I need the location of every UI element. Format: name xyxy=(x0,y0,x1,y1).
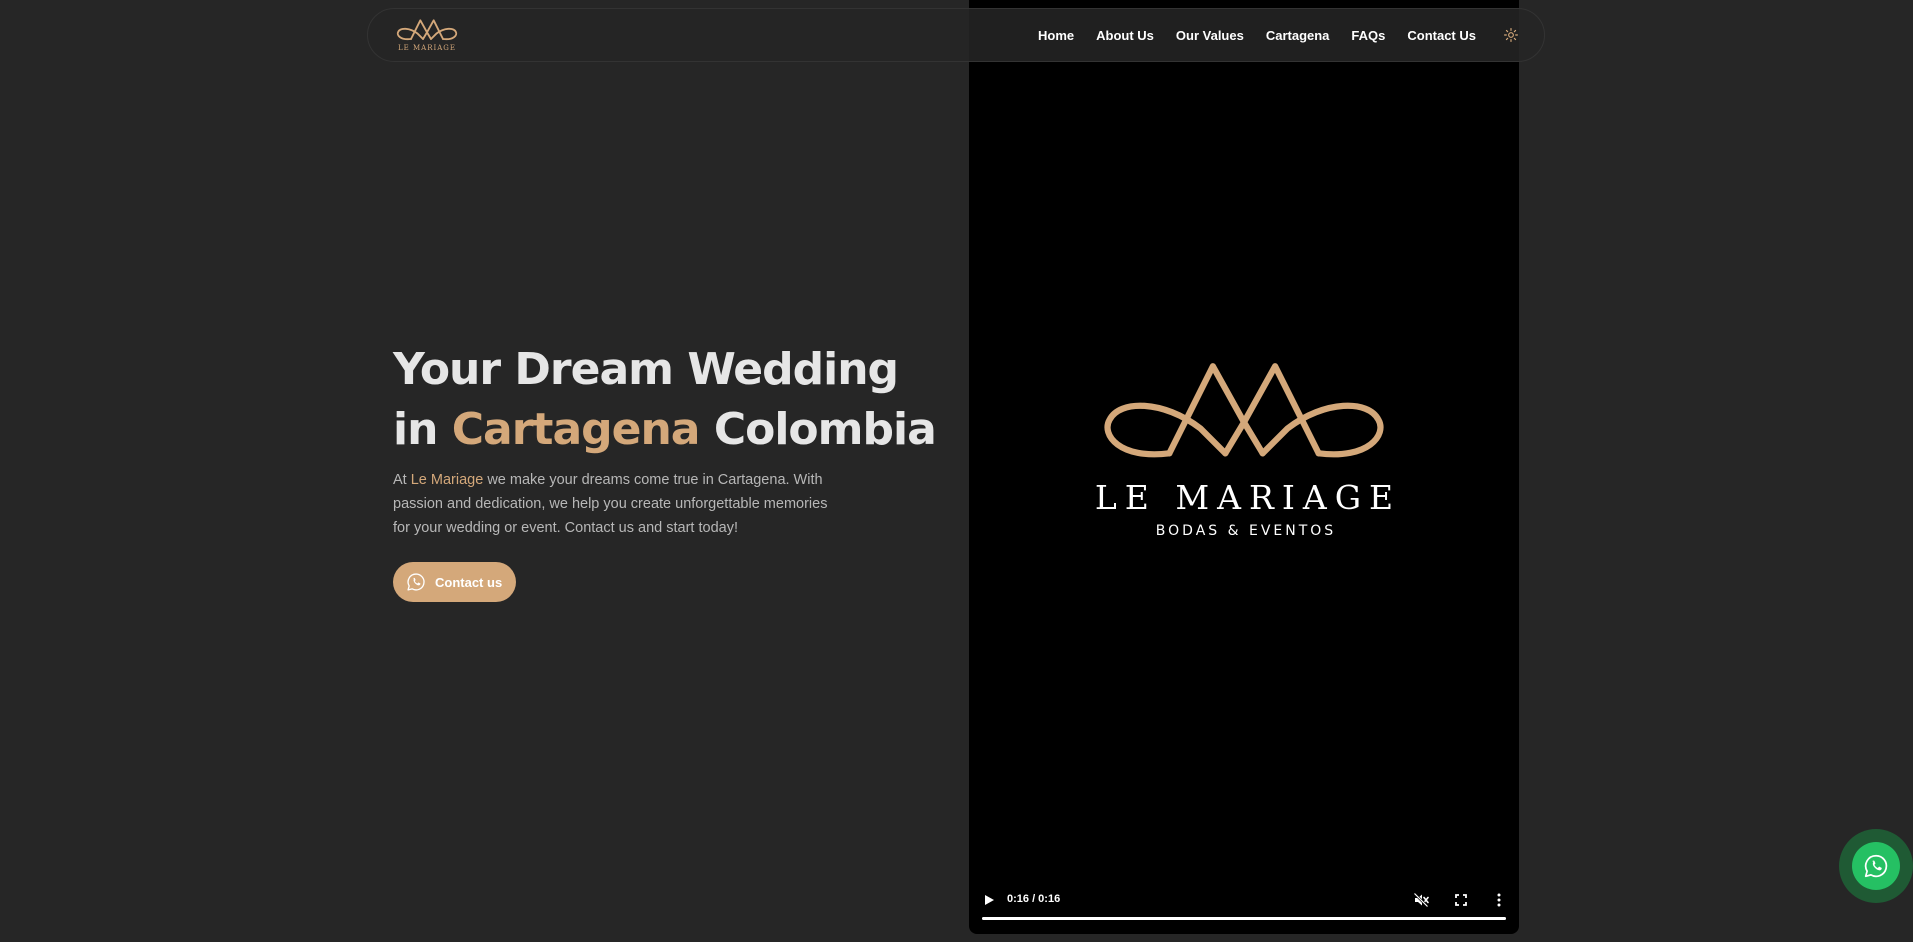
nav-link-cartagena[interactable]: Cartagena xyxy=(1266,28,1330,43)
hero-title-accent: Cartagena xyxy=(451,404,701,455)
nav-link-contact-us[interactable]: Contact Us xyxy=(1407,28,1476,43)
video-controls: 0:16 / 0:16 xyxy=(969,874,1519,934)
whatsapp-float-button[interactable] xyxy=(1839,829,1913,903)
video-progress-fill xyxy=(982,917,1506,920)
video-subtitle: BODAS & EVENTOS xyxy=(1155,523,1337,539)
nav-link-home[interactable]: Home xyxy=(1038,28,1074,43)
page: LE MARIAGE Home About Us Our Values Cart… xyxy=(0,0,1913,942)
hero-desc-prefix: At xyxy=(393,472,407,488)
whatsapp-icon xyxy=(405,571,427,593)
mute-button[interactable] xyxy=(1413,892,1429,908)
contact-us-label: Contact us xyxy=(435,574,503,590)
hero-desc-brand: Le Mariage xyxy=(410,472,484,488)
whatsapp-icon xyxy=(1864,854,1888,878)
more-options-button[interactable] xyxy=(1491,892,1507,908)
hero-title-in: in xyxy=(393,404,438,455)
logo-text: LE MARIAGE xyxy=(398,43,456,52)
hero-title-end: Colombia xyxy=(713,404,937,455)
fullscreen-button[interactable] xyxy=(1453,892,1469,908)
nav-link-about-us[interactable]: About Us xyxy=(1096,28,1154,43)
nav-link-our-values[interactable]: Our Values xyxy=(1176,28,1244,43)
whatsapp-float-inner xyxy=(1852,842,1900,890)
logo[interactable]: LE MARIAGE xyxy=(394,18,460,52)
contact-us-button[interactable]: Contact us xyxy=(393,562,517,602)
sun-icon xyxy=(1504,28,1518,42)
logo-mark-icon xyxy=(1104,363,1384,458)
play-icon xyxy=(985,895,994,905)
hero-title-line1: Your Dream Wedding xyxy=(393,344,899,395)
theme-toggle-button[interactable] xyxy=(1502,26,1520,44)
play-button[interactable] xyxy=(981,892,997,908)
nav-links: Home About Us Our Values Cartagena FAQs … xyxy=(1038,26,1520,44)
video-brand-name: LE MARIAGE xyxy=(1094,478,1402,517)
video-player[interactable]: LE MARIAGE BODAS & EVENTOS 0:16 / 0:16 xyxy=(969,0,1519,934)
logo-mark-icon xyxy=(396,18,458,40)
muted-icon xyxy=(1413,892,1429,908)
more-vert-icon xyxy=(1497,893,1501,907)
hero-description: At Le Mariage we make your dreams come t… xyxy=(393,468,833,540)
navbar: LE MARIAGE Home About Us Our Values Cart… xyxy=(367,8,1545,62)
video-progress-bar[interactable] xyxy=(982,917,1506,920)
nav-link-faqs[interactable]: FAQs xyxy=(1351,28,1385,43)
video-logo: LE MARIAGE BODAS & EVENTOS xyxy=(969,360,1519,539)
hero-title: Your Dream Wedding in Cartagena Colombia xyxy=(393,340,937,460)
fullscreen-icon xyxy=(1455,894,1467,906)
video-time: 0:16 / 0:16 xyxy=(1007,893,1061,905)
hero-section: Your Dream Wedding in Cartagena Colombia… xyxy=(393,340,937,602)
